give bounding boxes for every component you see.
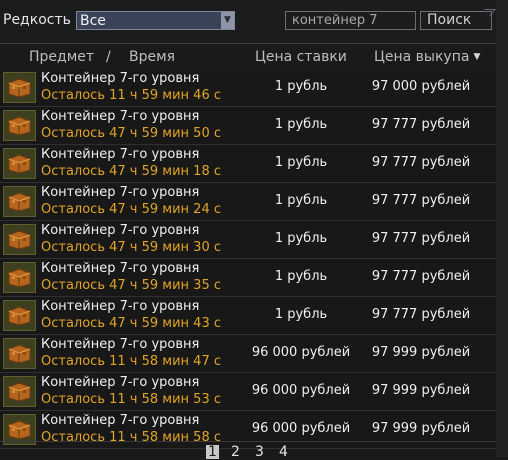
lot-name: Контейнер 7-го уровня [41,375,200,390]
lot-bid-price: 96 000 рублей [251,383,351,398]
lot-buyout-price: 97 999 рублей [371,421,471,436]
rarity-label: Редкость [3,12,71,28]
lot-time-left: Осталось 47 ч 59 мин 18 с [41,164,221,179]
lot-name: Контейнер 7-го уровня [41,223,200,238]
lot-bid-price: 1 рубль [274,231,328,246]
search-input[interactable] [285,11,416,30]
header-separator: / [106,49,111,65]
table-row[interactable]: Контейнер 7-го уровня Осталось 11 ч 58 ми… [0,335,496,373]
table-row[interactable]: Контейнер 7-го уровня Осталось 11 ч 58 ми… [0,373,496,411]
table-header: Предмет / Время Цена ставки Цена выкупа ▼ [0,49,496,69]
lot-time-left: Осталось 11 ч 58 мин 47 с [41,354,221,369]
lot-time-left: Осталось 11 ч 58 мин 53 с [41,392,221,407]
lot-time-left: Осталось 47 ч 59 мин 50 с [41,126,221,141]
lot-buyout-price: 97 000 рублей [371,79,471,94]
table-row[interactable]: Контейнер 7-го уровня Осталось 11 ч 59 ми… [0,69,496,107]
chevron-down-icon[interactable]: ▼ [221,12,234,29]
lot-name: Контейнер 7-го уровня [41,71,200,86]
rarity-select[interactable]: Все ▼ [76,11,235,30]
lot-name: Контейнер 7-го уровня [41,337,200,352]
lot-time-left: Осталось 11 ч 59 мин 46 с [41,88,221,103]
filter-bar: Редкость Все ▼ Поиск [0,0,508,44]
header-time[interactable]: Время [129,49,175,65]
pagination: 1234 [0,441,496,459]
lot-bid-price: 1 рубль [274,155,328,170]
lot-buyout-price: 97 777 рублей [371,193,471,208]
container-crate-icon [3,110,36,141]
scrollbar[interactable] [496,0,508,457]
lot-buyout-price: 97 999 рублей [371,383,471,398]
lot-bid-price: 96 000 рублей [251,421,351,436]
lot-name: Контейнер 7-го уровня [41,185,200,200]
lot-name: Контейнер 7-го уровня [41,299,200,314]
lot-name: Контейнер 7-го уровня [41,261,200,276]
lot-buyout-price: 97 777 рублей [371,269,471,284]
sort-desc-icon: ▼ [473,52,481,62]
lot-name: Контейнер 7-го уровня [41,147,200,162]
divider [0,43,496,44]
table-row[interactable]: Контейнер 7-го уровня Осталось 47 ч 59 ми… [0,107,496,145]
container-crate-icon [3,300,36,331]
header-buyout-label: Цена выкупа [374,49,470,65]
lot-bid-price: 1 рубль [274,269,328,284]
container-crate-icon [3,376,36,407]
lot-name: Контейнер 7-го уровня [41,413,200,428]
lot-name: Контейнер 7-го уровня [41,109,200,124]
lot-time-left: Осталось 47 ч 59 мин 24 с [41,202,221,217]
lot-buyout-price: 97 999 рублей [371,345,471,360]
lot-time-left: Осталось 47 ч 59 мин 43 с [41,316,221,331]
container-crate-icon [3,186,36,217]
lot-buyout-price: 97 777 рублей [371,307,471,322]
search-button[interactable]: Поиск [420,11,492,30]
lot-buyout-price: 97 777 рублей [371,231,471,246]
header-bid[interactable]: Цена ставки [255,49,347,65]
container-crate-icon [3,262,36,293]
container-crate-icon [3,338,36,369]
lot-bid-price: 1 рубль [274,117,328,132]
lot-bid-price: 96 000 рублей [251,345,351,360]
lot-bid-price: 1 рубль [274,79,328,94]
header-item[interactable]: Предмет [29,49,94,65]
lot-bid-price: 1 рубль [274,307,328,322]
lot-time-left: Осталось 47 ч 59 мин 30 с [41,240,221,255]
lot-list: Контейнер 7-го уровня Осталось 11 ч 59 ми… [0,69,496,449]
table-row[interactable]: Контейнер 7-го уровня Осталось 47 ч 59 ми… [0,145,496,183]
lot-bid-price: 1 рубль [274,193,328,208]
container-crate-icon [3,224,36,255]
table-row[interactable]: Контейнер 7-го уровня Осталось 47 ч 59 ми… [0,297,496,335]
lot-buyout-price: 97 777 рублей [371,117,471,132]
table-row[interactable]: Контейнер 7-го уровня Осталось 47 ч 59 ми… [0,259,496,297]
table-row[interactable]: Контейнер 7-го уровня Осталось 47 ч 59 ми… [0,221,496,259]
container-crate-icon [3,148,36,179]
lot-time-left: Осталось 47 ч 59 мин 35 с [41,278,221,293]
table-row[interactable]: Контейнер 7-го уровня Осталось 47 ч 59 ми… [0,183,496,221]
lot-buyout-price: 97 777 рублей [371,155,471,170]
container-crate-icon [3,72,36,103]
header-buyout[interactable]: Цена выкупа ▼ [374,49,480,65]
rarity-value: Все [80,13,106,29]
